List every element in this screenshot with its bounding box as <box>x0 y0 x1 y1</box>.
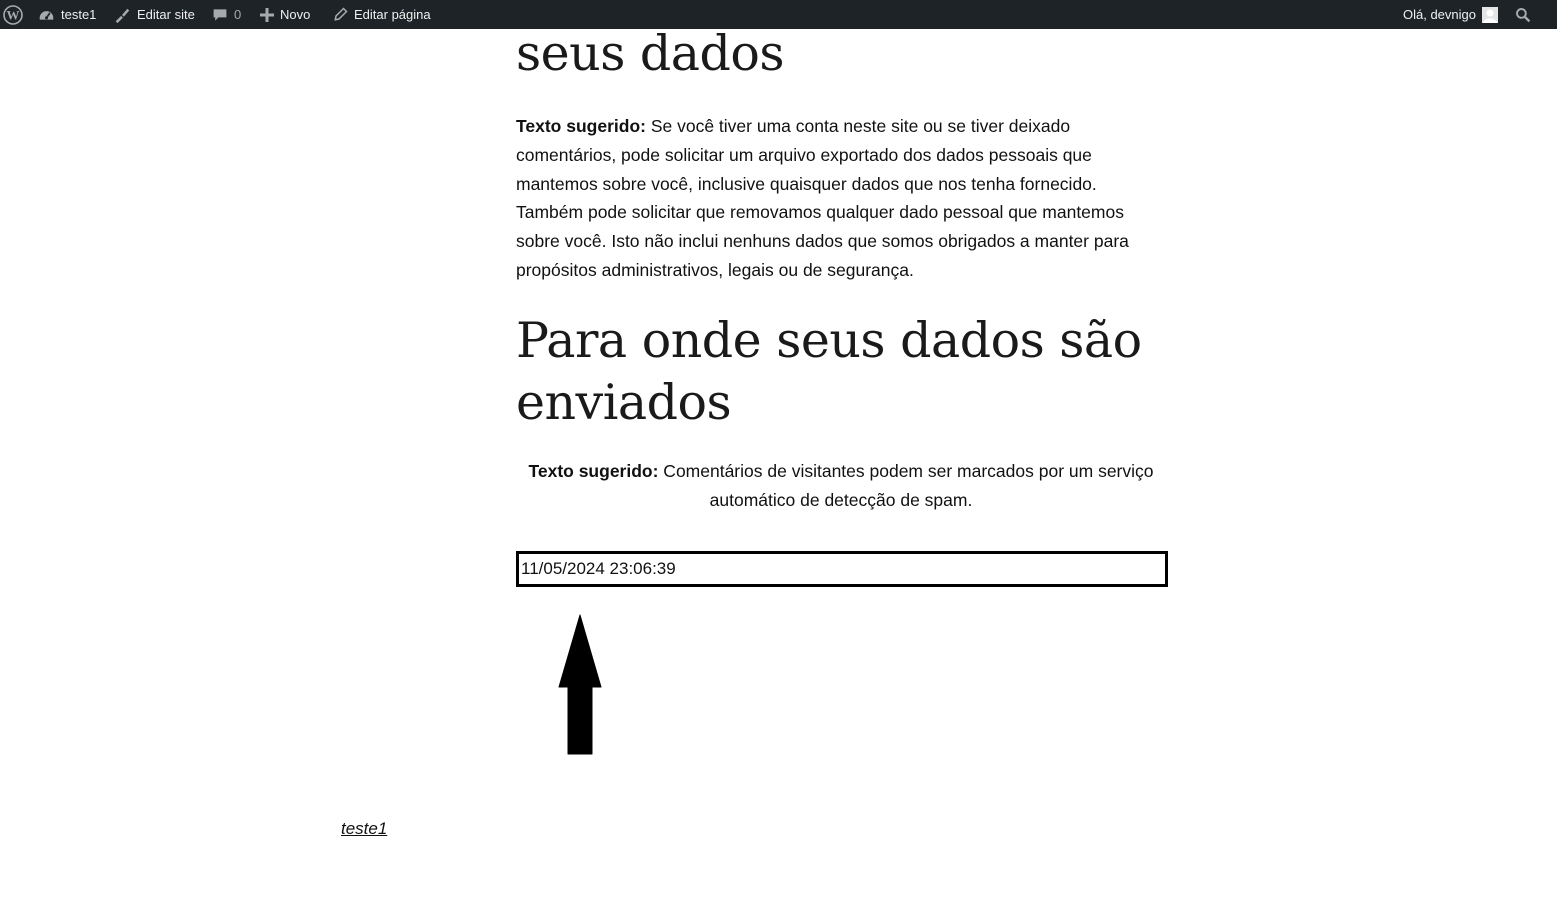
brush-icon <box>113 6 131 24</box>
edit-site-link[interactable]: Editar site <box>113 0 195 29</box>
svg-text:W: W <box>7 7 20 22</box>
suggested-text-paragraph-2: Texto sugerido: Comentários de visitante… <box>516 457 1166 515</box>
edit-page-link[interactable]: Editar página <box>333 0 431 29</box>
site-name-label: teste1 <box>61 7 97 22</box>
timestamp-box: 11/05/2024 23:06:39 <box>516 551 1168 587</box>
pencil-icon <box>333 7 348 22</box>
suggested-text-label-1: Texto sugerido: <box>516 116 646 136</box>
up-arrow-icon <box>556 612 604 762</box>
footer-site-link[interactable]: teste1 <box>341 819 387 839</box>
account-menu[interactable]: Olá, devnigo <box>1403 0 1498 29</box>
suggested-text-body-1: Se você tiver uma conta neste site ou se… <box>516 116 1129 280</box>
suggested-text-label-2: Texto sugerido: <box>528 461 659 481</box>
comments-count: 0 <box>234 7 242 22</box>
section-heading-data-sent: Para onde seus dados são enviados <box>516 312 1142 431</box>
greeting-label: Olá, devnigo <box>1403 7 1476 22</box>
search-button[interactable] <box>1515 0 1531 29</box>
edit-site-label: Editar site <box>137 7 195 22</box>
comment-icon <box>212 7 228 23</box>
section-heading-top: seus dados <box>516 25 785 82</box>
suggested-text-body-2: Comentários de visitantes podem ser marc… <box>658 461 1154 510</box>
edit-page-label: Editar página <box>354 7 431 22</box>
suggested-text-paragraph-1: Texto sugerido: Se você tiver uma conta … <box>516 112 1166 285</box>
dashboard-icon <box>38 6 55 23</box>
avatar <box>1482 6 1498 23</box>
new-label: Novo <box>280 7 311 22</box>
wordpress-logo-button[interactable]: W <box>3 0 23 29</box>
new-content-menu[interactable]: Novo <box>260 0 310 29</box>
wordpress-logo-icon: W <box>3 4 23 25</box>
plus-icon <box>260 7 274 22</box>
search-icon <box>1515 7 1531 23</box>
comments-link[interactable]: 0 <box>212 0 241 29</box>
site-name-menu[interactable]: teste1 <box>38 0 96 29</box>
